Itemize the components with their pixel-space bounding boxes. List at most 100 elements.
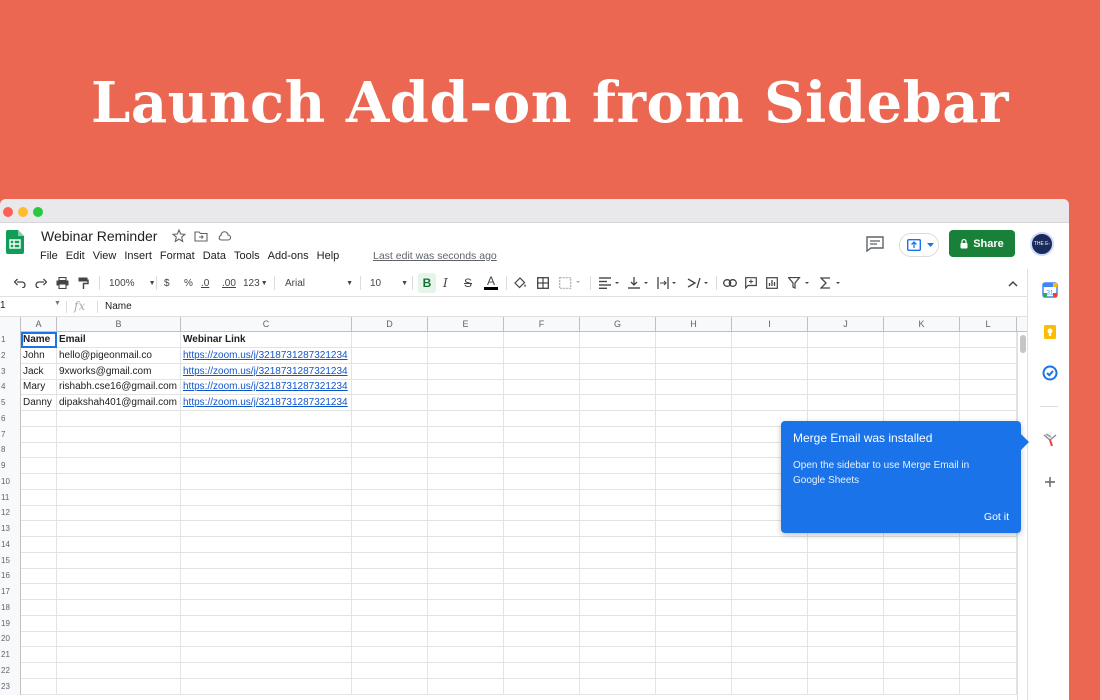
grid-cell[interactable]: [960, 552, 1017, 569]
grid-cell[interactable]: [960, 631, 1017, 648]
minimize-window-button[interactable]: [18, 207, 28, 217]
row-number[interactable]: 20: [0, 631, 21, 648]
grid-cell[interactable]: [21, 662, 57, 679]
grid-cell[interactable]: [808, 615, 884, 632]
grid-cell[interactable]: [352, 615, 428, 632]
grid-cell[interactable]: [580, 363, 656, 380]
grid-cell[interactable]: [808, 678, 884, 695]
grid-cell[interactable]: [656, 363, 732, 380]
grid-cell[interactable]: [181, 662, 352, 679]
grid-cell[interactable]: [504, 584, 580, 600]
grid-cell[interactable]: Name: [21, 332, 57, 348]
grid-cell[interactable]: [428, 347, 504, 364]
grid-cell[interactable]: [428, 505, 504, 522]
text-rotation-button[interactable]: [687, 276, 711, 290]
grid-cell[interactable]: [656, 552, 732, 569]
menu-format[interactable]: Format: [160, 250, 195, 262]
grid-cell[interactable]: [181, 442, 352, 459]
grid-cell[interactable]: [884, 678, 960, 695]
grid-cell[interactable]: dipakshah401@gmail.com: [57, 395, 181, 411]
grid-cell[interactable]: [57, 599, 181, 616]
select-all-corner[interactable]: [0, 317, 21, 332]
grid-cell[interactable]: [656, 426, 732, 443]
increase-decimal-button[interactable]: .00: [222, 276, 236, 290]
row-number[interactable]: 13: [0, 521, 21, 537]
grid-cell[interactable]: [656, 662, 732, 679]
grid-cell[interactable]: [960, 536, 1017, 553]
insert-comment-button[interactable]: [745, 276, 757, 290]
grid-cell[interactable]: [656, 347, 732, 364]
grid-cell[interactable]: [181, 647, 352, 663]
grid-cell[interactable]: [21, 458, 57, 474]
grid-cell[interactable]: hello@pigeonmail.co: [57, 347, 181, 364]
comment-history-icon[interactable]: [866, 236, 884, 252]
grid-cell[interactable]: [181, 584, 352, 600]
grid-cell[interactable]: [580, 458, 656, 474]
menu-view[interactable]: View: [93, 250, 117, 262]
row-number[interactable]: 19: [0, 615, 21, 632]
grid-cell[interactable]: [884, 379, 960, 396]
share-button[interactable]: Share: [949, 230, 1015, 257]
grid-cell[interactable]: [580, 584, 656, 600]
grid-cell[interactable]: [352, 458, 428, 474]
grid-cell[interactable]: [352, 363, 428, 380]
formula-input[interactable]: Name: [105, 301, 132, 312]
grid-cell[interactable]: [808, 552, 884, 569]
grid-cell[interactable]: [21, 552, 57, 569]
grid-cell[interactable]: [352, 568, 428, 585]
grid-cell[interactable]: [884, 584, 960, 600]
grid-cell[interactable]: [960, 332, 1017, 348]
grid-cell[interactable]: [181, 458, 352, 474]
grid-cell[interactable]: [57, 678, 181, 695]
grid-cell[interactable]: [656, 615, 732, 632]
row-number[interactable]: 12: [0, 505, 21, 522]
grid-cell[interactable]: [428, 473, 504, 490]
grid-cell[interactable]: [181, 536, 352, 553]
grid-cell[interactable]: [504, 568, 580, 585]
column-header[interactable]: K: [884, 317, 960, 332]
grid-cell[interactable]: [732, 568, 808, 585]
grid-cell[interactable]: [732, 615, 808, 632]
grid-cell[interactable]: [656, 442, 732, 459]
grid-cell[interactable]: John: [21, 347, 57, 364]
menu-addons[interactable]: Add-ons: [268, 250, 309, 262]
merge-cells-button[interactable]: [559, 276, 581, 290]
grid-cell[interactable]: [580, 332, 656, 348]
grid-cell[interactable]: [181, 521, 352, 537]
grid-cell[interactable]: [580, 426, 656, 443]
name-box[interactable]: 1 ▼: [0, 300, 61, 311]
grid-cell[interactable]: [57, 536, 181, 553]
grid-cell[interactable]: [580, 347, 656, 364]
grid-cell[interactable]: [428, 489, 504, 506]
grid-cell[interactable]: [580, 395, 656, 411]
grid-cell[interactable]: [504, 442, 580, 459]
currency-button[interactable]: $: [164, 276, 170, 290]
grid-cell[interactable]: [21, 678, 57, 695]
grid-cell[interactable]: [57, 426, 181, 443]
grid-cell[interactable]: [21, 410, 57, 427]
strikethrough-button[interactable]: S: [464, 276, 472, 290]
grid-cell[interactable]: [656, 599, 732, 616]
column-header[interactable]: B: [57, 317, 181, 332]
grid-cell[interactable]: [656, 473, 732, 490]
row-number[interactable]: 10: [0, 473, 21, 490]
grid-cell[interactable]: [884, 568, 960, 585]
grid-cell[interactable]: [504, 662, 580, 679]
grid-cell[interactable]: [884, 631, 960, 648]
grid-cell[interactable]: [428, 332, 504, 348]
grid-cell[interactable]: [181, 426, 352, 443]
sheets-logo-icon[interactable]: [6, 230, 24, 254]
borders-button[interactable]: [537, 276, 549, 290]
grid-cell[interactable]: [884, 615, 960, 632]
grid-cell[interactable]: [960, 647, 1017, 663]
grid-cell[interactable]: [352, 347, 428, 364]
grid-cell[interactable]: [504, 678, 580, 695]
menu-insert[interactable]: Insert: [124, 250, 152, 262]
grid-cell[interactable]: [504, 332, 580, 348]
grid-cell[interactable]: [960, 379, 1017, 396]
grid-cell[interactable]: 9xworks@gmail.com: [57, 363, 181, 380]
collapse-menus-button[interactable]: [1008, 276, 1018, 290]
grid-cell[interactable]: [428, 631, 504, 648]
grid-cell[interactable]: [580, 552, 656, 569]
grid-cell[interactable]: [57, 410, 181, 427]
